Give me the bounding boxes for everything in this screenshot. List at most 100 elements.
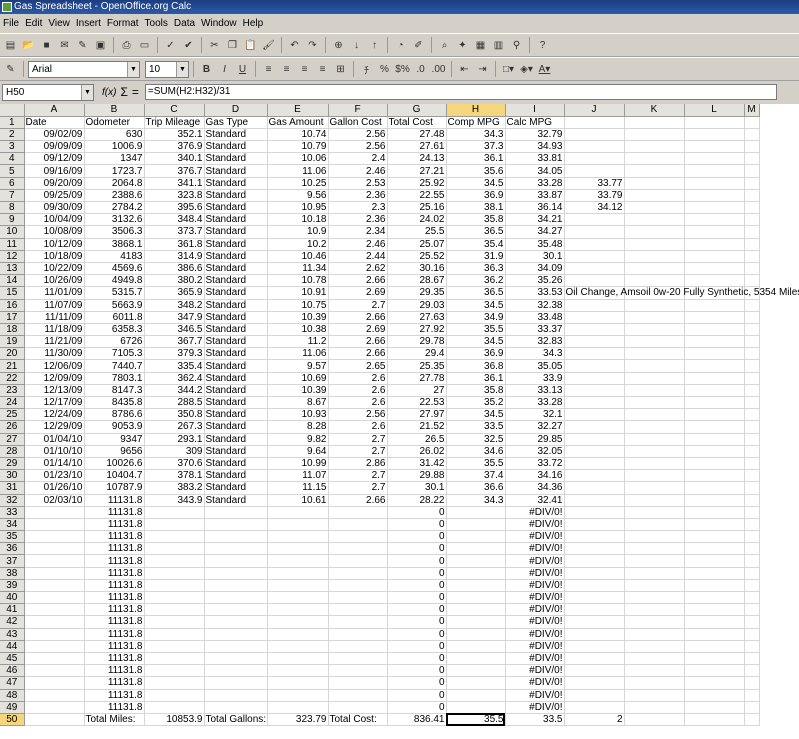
cell-d5[interactable]: Standard — [204, 164, 268, 178]
cell-j24[interactable] — [564, 396, 625, 410]
cell-i43[interactable]: #DIV/0! — [505, 628, 565, 641]
cell-g37[interactable]: 0 — [387, 554, 447, 568]
cell-a28[interactable]: 01/10/10 — [24, 445, 85, 458]
cell-f36[interactable] — [328, 542, 388, 556]
cell-a50[interactable] — [24, 713, 85, 727]
cell-b42[interactable]: 11131.8 — [84, 615, 145, 629]
row-header[interactable]: 44 — [0, 640, 25, 653]
cell-j48[interactable] — [564, 689, 625, 702]
cell-i14[interactable]: 35.26 — [505, 274, 565, 288]
cell-c35[interactable] — [144, 530, 205, 544]
cell-h37[interactable] — [446, 554, 506, 568]
row-header[interactable]: 18 — [0, 323, 25, 337]
align-center-icon[interactable]: ≡ — [278, 61, 295, 78]
cell-d31[interactable]: Standard — [204, 481, 268, 495]
cell-i38[interactable]: #DIV/0! — [505, 567, 565, 580]
name-box[interactable]: H50 ▼ — [2, 83, 94, 101]
cell-l10[interactable] — [684, 225, 745, 239]
menu-item-tools[interactable]: Tools — [142, 16, 171, 32]
cell-g2[interactable]: 27.48 — [387, 128, 447, 142]
cell-i3[interactable]: 34.93 — [505, 140, 565, 154]
row-header[interactable]: 36 — [0, 542, 25, 556]
cell-b33[interactable]: 11131.8 — [84, 506, 145, 519]
cell-j36[interactable] — [564, 542, 625, 556]
cell-g13[interactable]: 30.16 — [387, 262, 447, 276]
cell-b15[interactable]: 5315.7 — [84, 286, 145, 300]
cell-j3[interactable] — [564, 140, 625, 154]
cell-h17[interactable]: 34.9 — [446, 311, 506, 324]
cell-m42[interactable] — [744, 615, 760, 629]
cell-k28[interactable] — [624, 445, 685, 458]
cell-h44[interactable] — [446, 640, 506, 653]
insert-chart-icon[interactable]: ◔ — [392, 37, 409, 54]
cell-h47[interactable] — [446, 676, 506, 690]
cell-g33[interactable]: 0 — [387, 506, 447, 519]
cell-g17[interactable]: 27.63 — [387, 311, 447, 324]
cell-b26[interactable]: 9053.9 — [84, 420, 145, 434]
row-header[interactable]: 39 — [0, 579, 25, 593]
cell-b37[interactable]: 11131.8 — [84, 554, 145, 568]
cell-l33[interactable] — [684, 506, 745, 519]
cell-c33[interactable] — [144, 506, 205, 519]
column-header-a[interactable]: A — [24, 104, 85, 117]
cell-g1[interactable]: Total Cost — [387, 116, 447, 129]
cell-e45[interactable] — [267, 652, 329, 666]
cell-m8[interactable] — [744, 201, 760, 215]
cell-f46[interactable] — [328, 664, 388, 678]
cell-h5[interactable]: 35.6 — [446, 164, 506, 178]
cell-c9[interactable]: 348.4 — [144, 213, 205, 227]
cell-g25[interactable]: 27.97 — [387, 408, 447, 422]
cell-c12[interactable]: 314.9 — [144, 250, 205, 263]
cell-l23[interactable] — [684, 384, 745, 398]
cell-d39[interactable] — [204, 579, 268, 593]
row-header[interactable]: 1 — [0, 116, 25, 129]
cell-m21[interactable] — [744, 359, 760, 373]
cell-i26[interactable]: 32.27 — [505, 420, 565, 434]
cell-i42[interactable]: #DIV/0! — [505, 615, 565, 629]
cell-j46[interactable] — [564, 664, 625, 678]
edit-file-icon[interactable]: ✎ — [74, 37, 91, 54]
cell-e17[interactable]: 10.39 — [267, 311, 329, 324]
column-header-f[interactable]: F — [328, 104, 388, 117]
font-name-combo[interactable]: Arial ▼ — [28, 60, 140, 78]
cell-c45[interactable] — [144, 652, 205, 666]
column-header-c[interactable]: C — [144, 104, 205, 117]
cell-k35[interactable] — [624, 530, 685, 544]
menu-item-view[interactable]: View — [45, 16, 73, 32]
cell-a11[interactable]: 10/12/09 — [24, 238, 85, 251]
cell-m50[interactable] — [744, 713, 760, 727]
cell-h34[interactable] — [446, 518, 506, 532]
row-header[interactable]: 32 — [0, 494, 25, 507]
cell-i37[interactable]: #DIV/0! — [505, 554, 565, 568]
cell-d47[interactable] — [204, 676, 268, 690]
cell-h22[interactable]: 36.1 — [446, 372, 506, 385]
cell-f17[interactable]: 2.66 — [328, 311, 388, 324]
cell-m49[interactable] — [744, 701, 760, 714]
cell-l50[interactable] — [684, 713, 745, 727]
cell-l1[interactable] — [684, 116, 745, 129]
cell-b39[interactable]: 11131.8 — [84, 579, 145, 593]
cell-f18[interactable]: 2.69 — [328, 323, 388, 337]
cell-c39[interactable] — [144, 579, 205, 593]
cell-g14[interactable]: 28.67 — [387, 274, 447, 288]
cell-d7[interactable]: Standard — [204, 189, 268, 203]
cell-h4[interactable]: 36.1 — [446, 152, 506, 166]
row-header[interactable]: 41 — [0, 603, 25, 617]
cell-i7[interactable]: 33.87 — [505, 189, 565, 203]
cell-l18[interactable] — [684, 323, 745, 337]
cell-d12[interactable]: Standard — [204, 250, 268, 263]
cell-f3[interactable]: 2.56 — [328, 140, 388, 154]
row-header[interactable]: 12 — [0, 250, 25, 263]
cell-m47[interactable] — [744, 676, 760, 690]
cell-g28[interactable]: 26.02 — [387, 445, 447, 458]
cell-j43[interactable] — [564, 628, 625, 641]
menu-item-window[interactable]: Window — [198, 16, 240, 32]
cell-e4[interactable]: 10.06 — [267, 152, 329, 166]
cell-f47[interactable] — [328, 676, 388, 690]
cell-l38[interactable] — [684, 567, 745, 580]
cell-c2[interactable]: 352.1 — [144, 128, 205, 142]
cell-m39[interactable] — [744, 579, 760, 593]
cell-b28[interactable]: 9656 — [84, 445, 145, 458]
cell-l48[interactable] — [684, 689, 745, 702]
cell-i20[interactable]: 34.3 — [505, 347, 565, 361]
